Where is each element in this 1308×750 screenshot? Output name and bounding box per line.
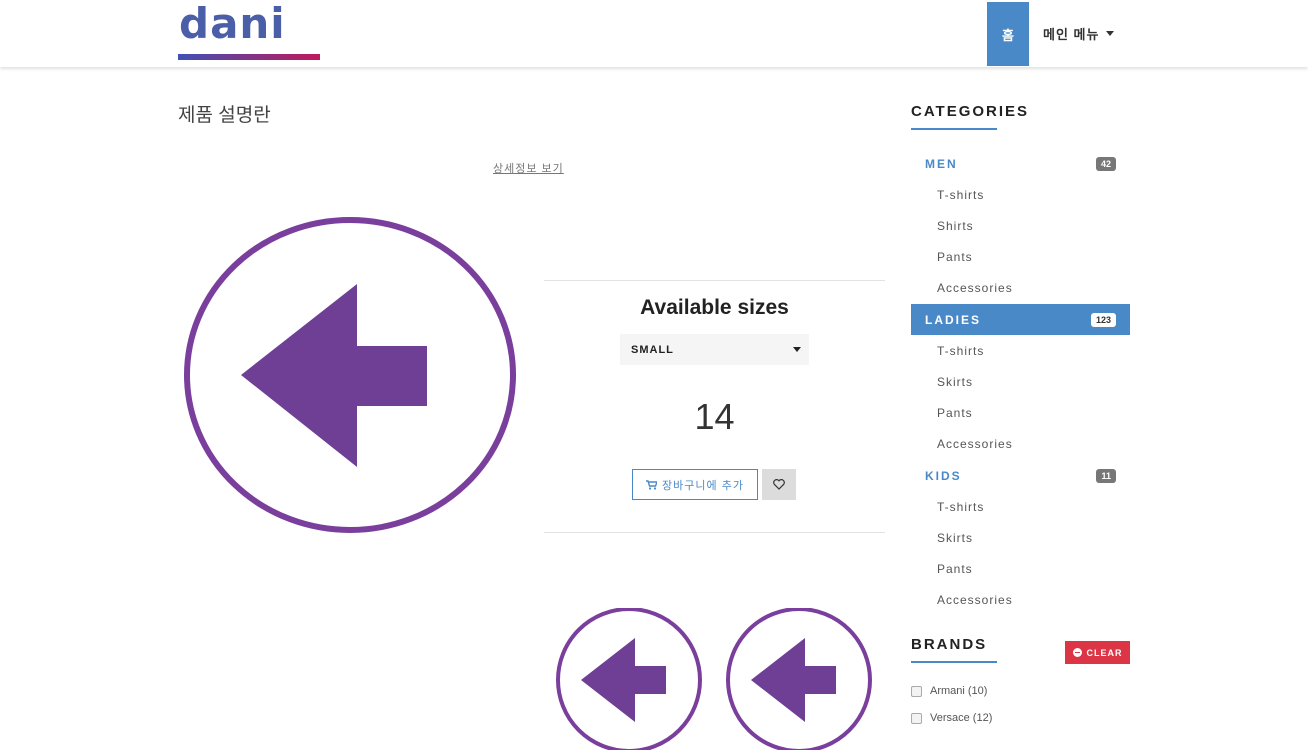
logo-underline (178, 54, 320, 60)
size-select-value: SMALL (631, 343, 674, 356)
subcategory-item[interactable]: Accessories (937, 593, 1013, 607)
clear-brands-button[interactable]: CLEAR (1065, 641, 1130, 664)
caret-down-icon (793, 347, 801, 352)
page-title: 제품 설명란 (178, 105, 271, 126)
subcategory-item[interactable]: Pants (937, 250, 973, 264)
caret-down-icon (1106, 31, 1115, 36)
category-label: KIDS (925, 468, 962, 483)
clear-label: CLEAR (1086, 647, 1123, 658)
subcategory-item[interactable]: Pants (937, 406, 973, 420)
category-label: MEN (925, 156, 958, 171)
brand-checkbox[interactable] (911, 685, 922, 697)
category-label: LADIES (925, 312, 982, 327)
divider-bottom (544, 532, 885, 533)
available-sizes-title: Available sizes (640, 296, 789, 319)
subcategory-item[interactable]: Pants (937, 562, 973, 576)
brand-filter-armani[interactable]: Armani (10) (911, 685, 987, 697)
category-kids[interactable]: KIDS 11 (911, 460, 1130, 491)
category-ladies[interactable]: LADIES 123 (911, 304, 1130, 335)
wishlist-button[interactable] (762, 469, 796, 500)
categories-underline (911, 128, 997, 130)
brand-checkbox[interactable] (911, 712, 922, 724)
categories-heading: CATEGORIES (911, 103, 1030, 120)
logo-text: dani (179, 0, 286, 48)
add-to-cart-button[interactable]: 장바구니에 추가 (632, 469, 758, 500)
main-menu-dropdown[interactable]: 메인 메뉴 (1043, 24, 1115, 43)
brands-underline (911, 661, 997, 663)
subcategory-item[interactable]: T-shirts (937, 500, 984, 514)
count-badge: 42 (1095, 156, 1116, 171)
subcategory-item[interactable]: T-shirts (937, 344, 984, 358)
product-main-image[interactable] (183, 216, 517, 534)
category-men[interactable]: MEN 42 (911, 148, 1130, 179)
subcategory-item[interactable]: Shirts (937, 219, 974, 233)
size-select[interactable]: SMALL (620, 334, 809, 365)
subcategory-item[interactable]: T-shirts (937, 188, 984, 202)
nav-home-link[interactable]: 홈 (987, 2, 1029, 66)
heart-icon (773, 479, 785, 490)
product-price: 14 (694, 396, 735, 437)
remove-circle-icon (1072, 648, 1082, 657)
brands-heading: BRANDS (911, 636, 988, 653)
brand-filter-versace[interactable]: Versace (12) (911, 712, 992, 724)
product-thumbnail-1[interactable] (555, 608, 703, 750)
cart-icon (646, 479, 658, 490)
subcategory-item[interactable]: Skirts (937, 375, 973, 389)
brand-label: Versace (12) (930, 712, 993, 724)
add-to-cart-label: 장바구니에 추가 (662, 479, 744, 492)
subcategory-item[interactable]: Accessories (937, 437, 1013, 451)
subcategory-item[interactable]: Skirts (937, 531, 973, 545)
brand-logo[interactable]: dani (178, 0, 320, 62)
subcategory-item[interactable]: Accessories (937, 281, 1013, 295)
divider-top (544, 280, 885, 281)
view-details-link[interactable]: 상세정보 보기 (493, 160, 564, 176)
brand-label: Armani (10) (930, 685, 988, 697)
count-badge: 11 (1096, 468, 1116, 483)
product-thumbnail-2[interactable] (725, 608, 873, 750)
main-menu-label: 메인 메뉴 (1043, 27, 1100, 42)
count-badge: 123 (1090, 312, 1116, 327)
top-navbar: dani 홈 메인 메뉴 (0, 0, 1308, 67)
